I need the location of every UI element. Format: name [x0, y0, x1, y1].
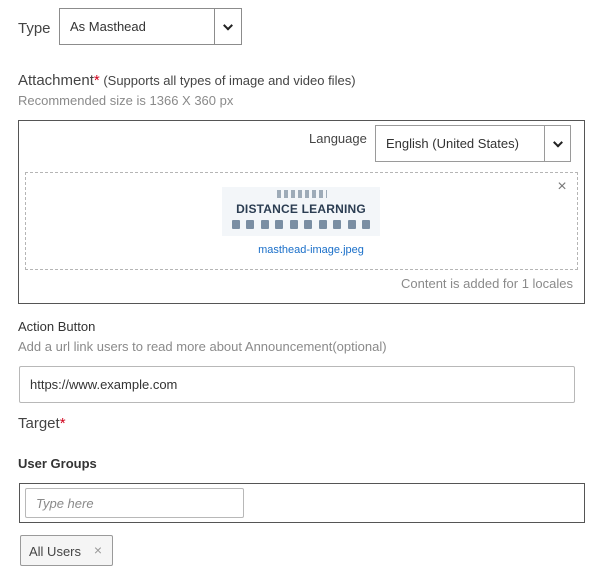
- user-groups-label: User Groups: [18, 456, 97, 471]
- attachment-size-hint: Recommended size is 1366 X 360 px: [18, 93, 234, 108]
- thumbnail-title: DISTANCE LEARNING: [236, 202, 366, 216]
- chevron-down-icon: [223, 20, 233, 31]
- language-label: Language: [309, 131, 367, 146]
- type-select[interactable]: As Masthead: [59, 8, 242, 45]
- user-group-tag: All Users ×: [20, 535, 113, 566]
- language-select-toggle[interactable]: [544, 126, 570, 161]
- thumbnail-graphic: [277, 190, 327, 198]
- action-url-input[interactable]: [19, 366, 575, 403]
- target-label: Target*: [18, 415, 66, 432]
- action-button-hint: Add a url link users to read more about …: [18, 339, 387, 354]
- type-select-toggle[interactable]: [214, 9, 241, 44]
- user-groups-search-input[interactable]: [25, 488, 244, 518]
- action-button-label: Action Button: [18, 319, 96, 334]
- locale-count-note: Content is added for 1 locales: [401, 276, 573, 291]
- remove-tag-close-icon[interactable]: ×: [94, 542, 102, 558]
- attachment-note: (Supports all types of image and video f…: [99, 73, 356, 88]
- language-select[interactable]: English (United States): [375, 125, 571, 162]
- remove-attachment-close-icon[interactable]: ×: [555, 179, 569, 195]
- attachment-thumbnail: DISTANCE LEARNING: [222, 187, 380, 236]
- type-select-value: As Masthead: [70, 19, 146, 34]
- type-label: Type: [18, 20, 51, 37]
- attachment-label: Attachment* (Supports all types of image…: [18, 72, 356, 89]
- attachment-file-link[interactable]: masthead-image.jpeg: [222, 244, 400, 256]
- user-group-tag-label: All Users: [29, 544, 82, 559]
- required-mark: *: [59, 415, 66, 432]
- attachment-label-text: Attachment: [18, 72, 94, 89]
- thumbnail-icons: [232, 220, 370, 232]
- chevron-down-icon: [552, 137, 563, 148]
- target-label-text: Target: [18, 415, 60, 432]
- language-select-value: English (United States): [386, 136, 519, 151]
